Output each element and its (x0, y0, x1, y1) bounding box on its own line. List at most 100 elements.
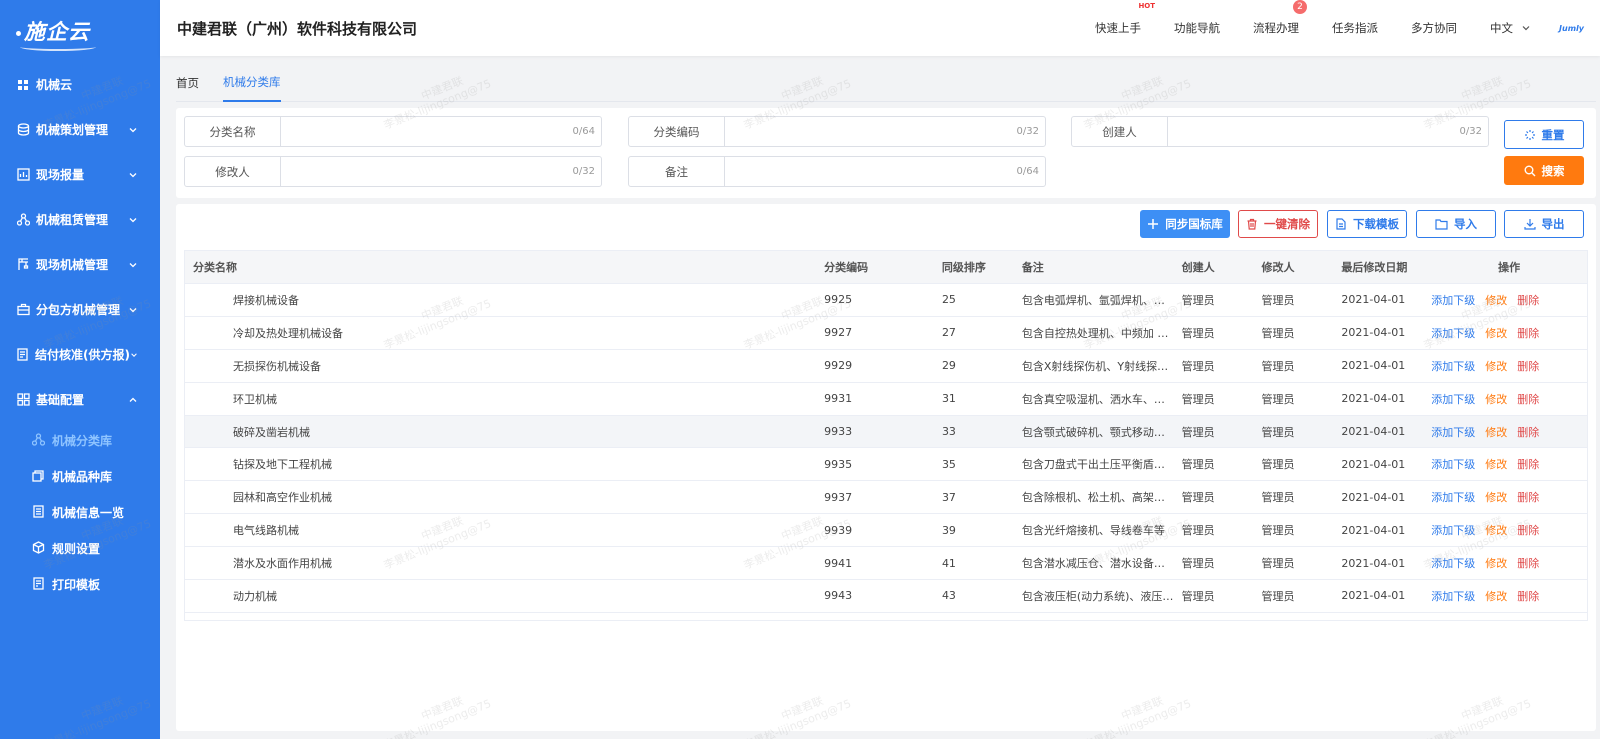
col-header-modified-date[interactable]: 最后修改日期 (1333, 259, 1429, 275)
table-row[interactable]: 潜水及水面作用机械 9941 41 包含潜水减压仓、潜水设备、… 管理员 管理员 2021-… (185, 546, 1587, 579)
clear-all-button[interactable]: 一键清除 (1238, 210, 1318, 238)
col-header-creator[interactable]: 创建人 (1174, 259, 1254, 275)
nav-task-assign[interactable]: 任务指派 (1332, 20, 1378, 36)
tab-category-library[interactable]: 机械分类库 (223, 64, 281, 102)
network-icon (32, 433, 46, 447)
edit-link[interactable]: 修改 (1485, 456, 1507, 472)
logo-dot (16, 31, 21, 36)
delete-link[interactable]: 删除 (1517, 358, 1539, 374)
cell-creator: 管理员 (1181, 425, 1215, 439)
table-row[interactable]: 园林和高空作业机械 9937 37 包含除根机、松土机、高架车等 管理员 管理员 2021-… (185, 480, 1587, 513)
add-child-link[interactable]: 添加下级 (1431, 588, 1475, 604)
delete-link[interactable]: 删除 (1517, 588, 1539, 604)
user-avatar[interactable]: Jumly (1559, 24, 1584, 33)
sidebar-item-rental[interactable]: 机械租赁管理 (0, 197, 160, 242)
nav-process[interactable]: 流程办理 2 (1253, 0, 1308, 36)
document-icon (16, 348, 29, 362)
table-row[interactable]: 电气线路机械 9939 39 包含光纤熔接机、导线卷车等 管理员 管理员 2021-04-0… (185, 513, 1587, 546)
sidebar-item-planning[interactable]: 机械策划管理 (0, 107, 160, 152)
delete-link[interactable]: 删除 (1517, 456, 1539, 472)
cell-sort: 39 (941, 523, 956, 537)
edit-link[interactable]: 修改 (1485, 391, 1507, 407)
sidebar-item-subcontract[interactable]: 分包方机械管理 (0, 287, 160, 332)
col-header-code[interactable]: 分类编码 (816, 259, 934, 275)
sidebar-item-base-config[interactable]: 基础配置 (0, 377, 160, 422)
sidebar-subitem-rule-settings[interactable]: 规则设置 (0, 530, 160, 566)
template-label: 下载模板 (1353, 217, 1399, 231)
cell-code: 9927 (824, 326, 853, 340)
base-config-submenu: 机械分类库 机械品种库 机械信息一览 规则设置 打印模板 (0, 422, 160, 602)
cell-sort: 41 (941, 556, 956, 570)
app-logo[interactable]: 施企云 (0, 0, 160, 62)
language-select[interactable]: 中文 (1490, 20, 1531, 36)
tab-home[interactable]: 首页 (176, 64, 199, 102)
table-row[interactable]: 冷却及热处理机械设备 9927 27 包含自控热处理机、中频加 热… 管理员 管理员 202… (185, 315, 1587, 349)
add-child-link[interactable]: 添加下级 (1431, 522, 1475, 538)
edit-link[interactable]: 修改 (1485, 424, 1507, 440)
sidebar-subitem-print-template[interactable]: 打印模板 (0, 566, 160, 602)
edit-link[interactable]: 修改 (1485, 555, 1507, 571)
edit-link[interactable]: 修改 (1485, 325, 1507, 341)
col-header-sort[interactable]: 同级排序 (934, 259, 1014, 275)
edit-link[interactable]: 修改 (1485, 358, 1507, 374)
sidebar-subitem-category-library[interactable]: 机械分类库 (0, 422, 160, 458)
table-row[interactable]: 钻探及地下工程机械 9935 35 包含刀盘式干出土压平衡盾构… 管理员 管理员 2021-… (185, 447, 1587, 480)
cell-name: 潜水及水面作用机械 (233, 557, 332, 571)
delete-link[interactable]: 删除 (1517, 292, 1539, 308)
col-header-name[interactable]: 分类名称 (185, 259, 816, 275)
field-label: 修改人 (185, 157, 281, 186)
search-button[interactable]: 搜索 (1504, 156, 1584, 185)
add-child-link[interactable]: 添加下级 (1431, 456, 1475, 472)
add-child-link[interactable]: 添加下级 (1431, 358, 1475, 374)
sidebar-subitem-machine-info[interactable]: 机械信息一览 (0, 494, 160, 530)
add-child-link[interactable]: 添加下级 (1431, 292, 1475, 308)
export-button[interactable]: 导出 (1504, 210, 1584, 238)
table-row[interactable]: 动力机械 9943 43 包含液压柜(动力系统)、液压… 管理员 管理员 2021-04-0… (185, 579, 1587, 612)
category-name-input[interactable] (281, 117, 573, 146)
add-child-link[interactable]: 添加下级 (1431, 391, 1475, 407)
delete-link[interactable]: 删除 (1517, 325, 1539, 341)
table-row[interactable]: 无损探伤机械设备 9929 29 包含X射线探伤机、Y射线探伤… 管理员 管理员 2021-… (185, 348, 1587, 382)
sidebar-item-site-report[interactable]: 现场报量 (0, 152, 160, 197)
table-row[interactable]: 环卫机械 9931 31 包含真空吸湿机、洒水车、引… 管理员 管理员 2021-04-01… (185, 381, 1587, 415)
col-header-modifier[interactable]: 修改人 (1253, 259, 1333, 275)
table-row[interactable]: 破碎及凿岩机械 9933 33 包含颚式破碎机、颚式移动破… 管理员 管理员 2021-04… (185, 414, 1587, 448)
add-child-link[interactable]: 添加下级 (1431, 489, 1475, 505)
sync-standard-library-button[interactable]: 同步国标库 (1140, 210, 1230, 238)
sidebar-item-machine-cloud[interactable]: 机械云 (0, 62, 160, 107)
cell-name: 环卫机械 (233, 392, 277, 406)
edit-link[interactable]: 修改 (1485, 292, 1507, 308)
delete-link[interactable]: 删除 (1517, 391, 1539, 407)
delete-link[interactable]: 删除 (1517, 522, 1539, 538)
sidebar-item-settlement[interactable]: 结付核准(供方报) (0, 332, 160, 377)
nav-collaboration[interactable]: 多方协同 (1411, 20, 1457, 36)
sidebar-subitem-variety-library[interactable]: 机械品种库 (0, 458, 160, 494)
chevron-down-icon (1522, 26, 1530, 31)
creator-input[interactable] (1168, 117, 1460, 146)
add-child-link[interactable]: 添加下级 (1431, 325, 1475, 341)
col-header-actions: 操作 (1498, 261, 1521, 274)
category-code-input[interactable] (725, 117, 1017, 146)
filter-creator: 创建人 0/32 (1071, 116, 1489, 147)
table-row[interactable]: 焊接机械设备 9925 25 包含电弧焊机、氩弧焊机、二… 管理员 管理员 2021-04-… (185, 283, 1587, 316)
add-child-link[interactable]: 添加下级 (1431, 424, 1475, 440)
delete-link[interactable]: 删除 (1517, 555, 1539, 571)
modifier-input[interactable] (281, 157, 573, 186)
edit-link[interactable]: 修改 (1485, 522, 1507, 538)
import-button[interactable]: 导入 (1416, 210, 1496, 238)
cell-sort: 33 (941, 425, 956, 438)
delete-link[interactable]: 删除 (1517, 424, 1539, 440)
col-header-remark[interactable]: 备注 (1014, 259, 1174, 275)
edit-link[interactable]: 修改 (1485, 489, 1507, 505)
remark-input[interactable] (725, 157, 1017, 186)
add-child-link[interactable]: 添加下级 (1431, 555, 1475, 571)
sidebar-item-site-machine[interactable]: 现场机械管理 (0, 242, 160, 287)
delete-link[interactable]: 删除 (1517, 489, 1539, 505)
cell-actions: 添加下级 修改 删除 (1429, 522, 1587, 538)
nav-quick-start[interactable]: 快速上手 HOT (1095, 2, 1155, 36)
edit-link[interactable]: 修改 (1485, 588, 1507, 604)
cell-modifier: 管理员 (1261, 458, 1295, 472)
reset-button[interactable]: 重置 (1504, 120, 1584, 149)
nav-function-guide[interactable]: 功能导航 (1174, 20, 1220, 36)
download-template-button[interactable]: 下载模板 (1327, 210, 1407, 238)
